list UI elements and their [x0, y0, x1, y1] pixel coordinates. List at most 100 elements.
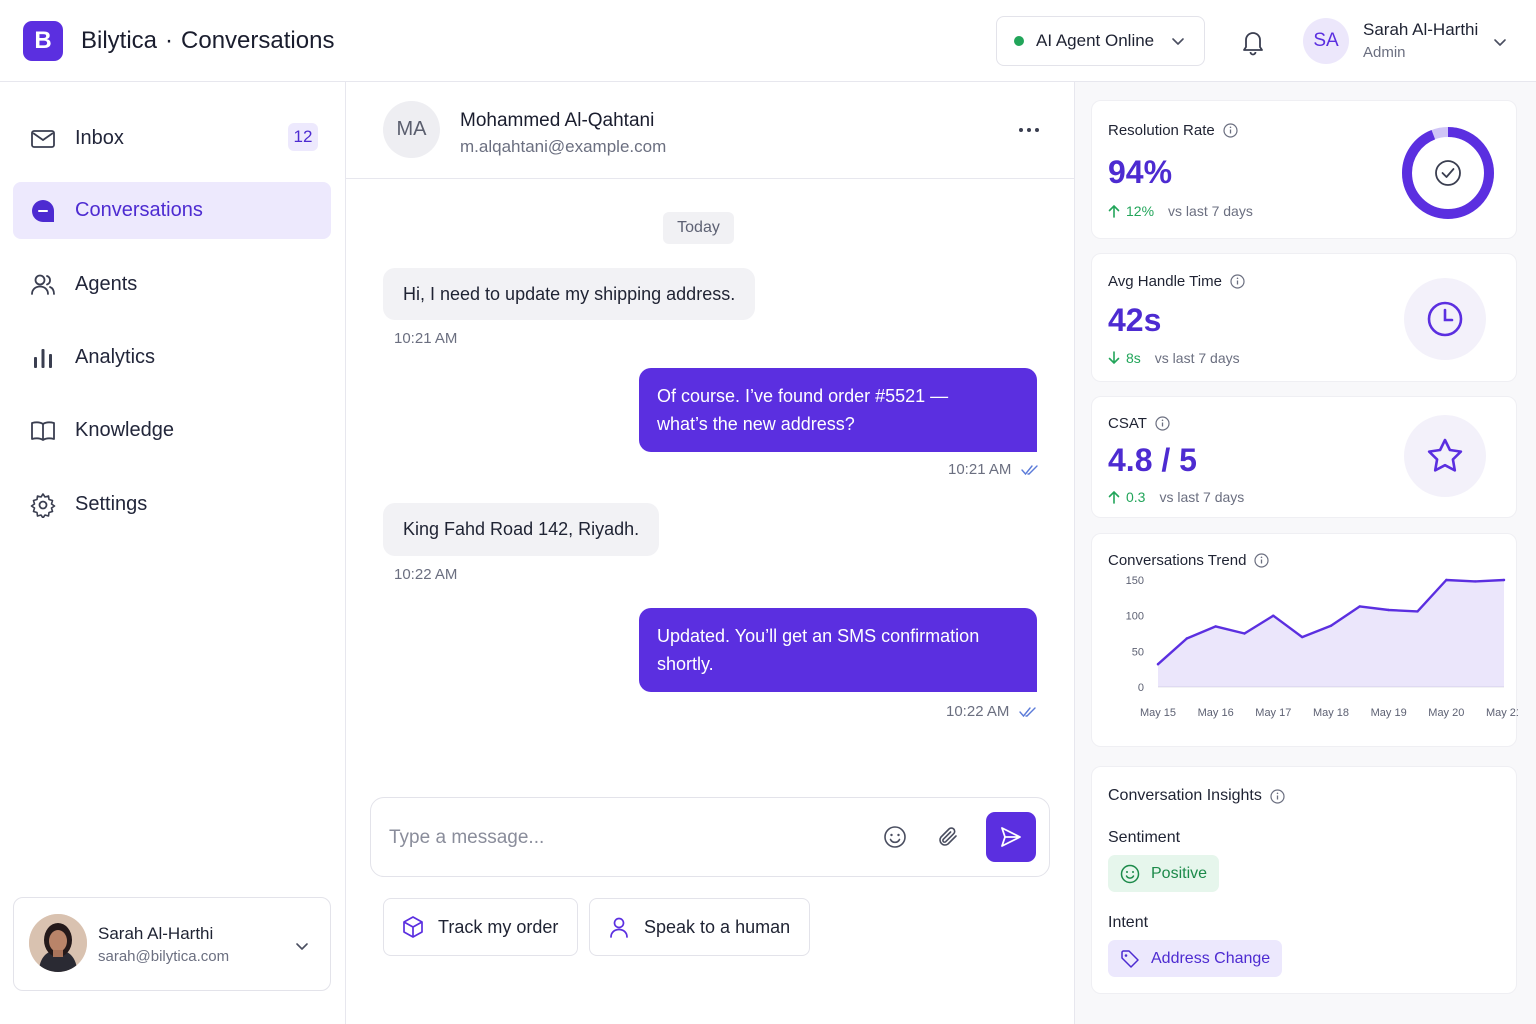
intent-label: Intent: [1108, 914, 1149, 931]
data-point: [1416, 610, 1419, 613]
quick-reply-label: Track my order: [438, 916, 559, 937]
data-point: [1474, 580, 1477, 583]
info-icon[interactable]: [1155, 416, 1170, 431]
message-meta: 10:21 AM: [948, 461, 1039, 478]
sidebar-item-label: Knowledge: [75, 419, 174, 441]
resolution-ring-fill: [1402, 127, 1494, 219]
delta-label: vs last 7 days: [1168, 203, 1253, 219]
conversations-trend-card: Conversations Trend 0 50 100 150 May 15 May 1…: [1091, 533, 1518, 747]
status-dot: [1014, 36, 1024, 46]
handle-time-delta: 8s vs last 7 days: [1108, 350, 1240, 366]
bilytica-logo[interactable]: B: [23, 21, 63, 61]
conversations-trend-chart: 0 50 100 150 May 15 May 16 May 17 May 18 May 19 M…: [1126, 575, 1518, 719]
customer-message: Hi, I need to update my shipping address…: [383, 268, 756, 320]
data-point: [1243, 632, 1246, 635]
handle-time-title: Avg Handle Time: [1108, 273, 1222, 290]
agent-message: Updated. You’ll get an SMS confirmation …: [639, 608, 1037, 692]
clock-badge: [1404, 278, 1486, 360]
header-user-name[interactable]: Sarah Al-Harthi: [1363, 20, 1478, 40]
message-text: Hi, I need to update my shipping address…: [403, 283, 736, 304]
y-tick-label: 50: [1132, 646, 1144, 658]
mail-icon: [31, 129, 55, 148]
sidebar-item-analytics[interactable]: Analytics: [13, 329, 331, 386]
send-button[interactable]: [986, 812, 1036, 862]
sidebar-item-conversations[interactable]: Conversations: [13, 182, 331, 239]
message-time: 10:21 AM: [394, 330, 458, 347]
data-point: [1214, 625, 1217, 628]
gear-icon: [30, 492, 56, 518]
check-circle-icon: [1435, 160, 1461, 186]
smile-icon: [1120, 864, 1140, 883]
header-avatar[interactable]: SA: [1303, 18, 1349, 64]
paperclip-icon[interactable]: [936, 825, 960, 849]
chat-panel: MA Mohammed Al-Qahtani m.alqahtani@examp…: [346, 82, 1074, 1024]
double-check-icon: [1021, 464, 1039, 475]
clock-icon: [1427, 301, 1463, 337]
intent-chip: Address Change: [1108, 940, 1283, 977]
card-title: CSAT: [1108, 415, 1170, 432]
agent-status-dropdown[interactable]: AI Agent Online: [996, 16, 1205, 66]
avg-handle-time-card: Avg Handle Time 42s 8s vs last 7 days: [1091, 253, 1517, 382]
header-user-role: Admin: [1363, 44, 1406, 61]
message-line: what’s the new address?: [657, 414, 855, 434]
title-separator: ·: [165, 27, 174, 54]
data-point: [1387, 608, 1390, 612]
sidebar-item-inbox[interactable]: Inbox 12: [13, 110, 331, 167]
user-icon: [610, 917, 628, 938]
data-point: [1156, 663, 1160, 666]
emoji-icon[interactable]: [883, 825, 907, 849]
resolution-title: Resolution Rate: [1108, 122, 1215, 139]
x-tick-label: May 16: [1198, 707, 1234, 719]
data-point: [1272, 614, 1275, 617]
logo-letter: B: [34, 27, 52, 54]
delta-value: 0.3: [1126, 489, 1146, 505]
page-name: Conversations: [181, 27, 335, 54]
insights-title: Conversation Insights: [1108, 787, 1262, 804]
current-user-card[interactable]: Sarah Al-Harthi sarah@bilytica.com: [13, 897, 331, 991]
bell-icon[interactable]: [1240, 28, 1266, 56]
message-composer: [370, 797, 1050, 877]
message-time: 10:22 AM: [394, 566, 458, 583]
data-point: [1502, 578, 1506, 582]
sidebar-item-agents[interactable]: Agents: [13, 256, 331, 313]
chevron-down-icon: [1172, 38, 1184, 45]
card-title: Conversation Insights: [1108, 787, 1285, 805]
user-card-name: Sarah Al-Harthi: [98, 924, 214, 943]
chevron-down-icon[interactable]: [1492, 34, 1508, 50]
arrow-up-icon: [1108, 490, 1120, 504]
trend-area: [1158, 580, 1504, 687]
delta-label: vs last 7 days: [1159, 489, 1245, 505]
sentiment-value: Positive: [1151, 864, 1208, 882]
info-icon[interactable]: [1254, 553, 1270, 568]
delta-value: 8s: [1126, 350, 1141, 366]
package-icon: [403, 916, 423, 938]
date-divider: Today: [663, 212, 734, 244]
csat-title: CSAT: [1108, 415, 1147, 432]
contact-email: m.alqahtani@example.com: [460, 137, 667, 156]
quick-reply-track-order[interactable]: Track my order: [383, 898, 579, 956]
message-input[interactable]: [389, 822, 859, 854]
contact-avatar: MA: [383, 101, 440, 158]
sidebar-item-knowledge[interactable]: Knowledge: [13, 402, 331, 459]
sidebar-item-settings[interactable]: Settings: [13, 476, 331, 533]
delta-label: vs last 7 days: [1154, 350, 1240, 366]
resolution-value: 94%: [1108, 154, 1173, 190]
chat-icon: [32, 199, 54, 222]
bar-chart-icon: [34, 348, 52, 368]
agent-status-label: AI Agent Online: [1036, 31, 1155, 50]
resolution-rate-card: Resolution Rate 94% 12% vs last 7 days: [1091, 100, 1517, 239]
csat-delta: 0.3 vs last 7 days: [1108, 489, 1244, 505]
info-icon[interactable]: [1223, 123, 1238, 138]
x-tick-label: May 20: [1428, 707, 1464, 719]
more-options-icon[interactable]: [1016, 120, 1042, 140]
sentiment-chip: Positive: [1108, 855, 1220, 892]
info-icon[interactable]: [1270, 788, 1285, 804]
star-badge: [1404, 415, 1486, 497]
conversation-insights-card: Conversation Insights Sentiment Positive…: [1091, 766, 1517, 994]
insights-panel: Resolution Rate 94% 12% vs last 7 days A…: [1074, 82, 1536, 1024]
message-line: Updated. You’ll get an SMS confirmation: [657, 626, 980, 646]
double-check-icon: [1019, 706, 1037, 717]
info-icon[interactable]: [1230, 274, 1245, 289]
card-title: Avg Handle Time: [1108, 273, 1245, 290]
quick-reply-speak-human[interactable]: Speak to a human: [589, 898, 811, 956]
